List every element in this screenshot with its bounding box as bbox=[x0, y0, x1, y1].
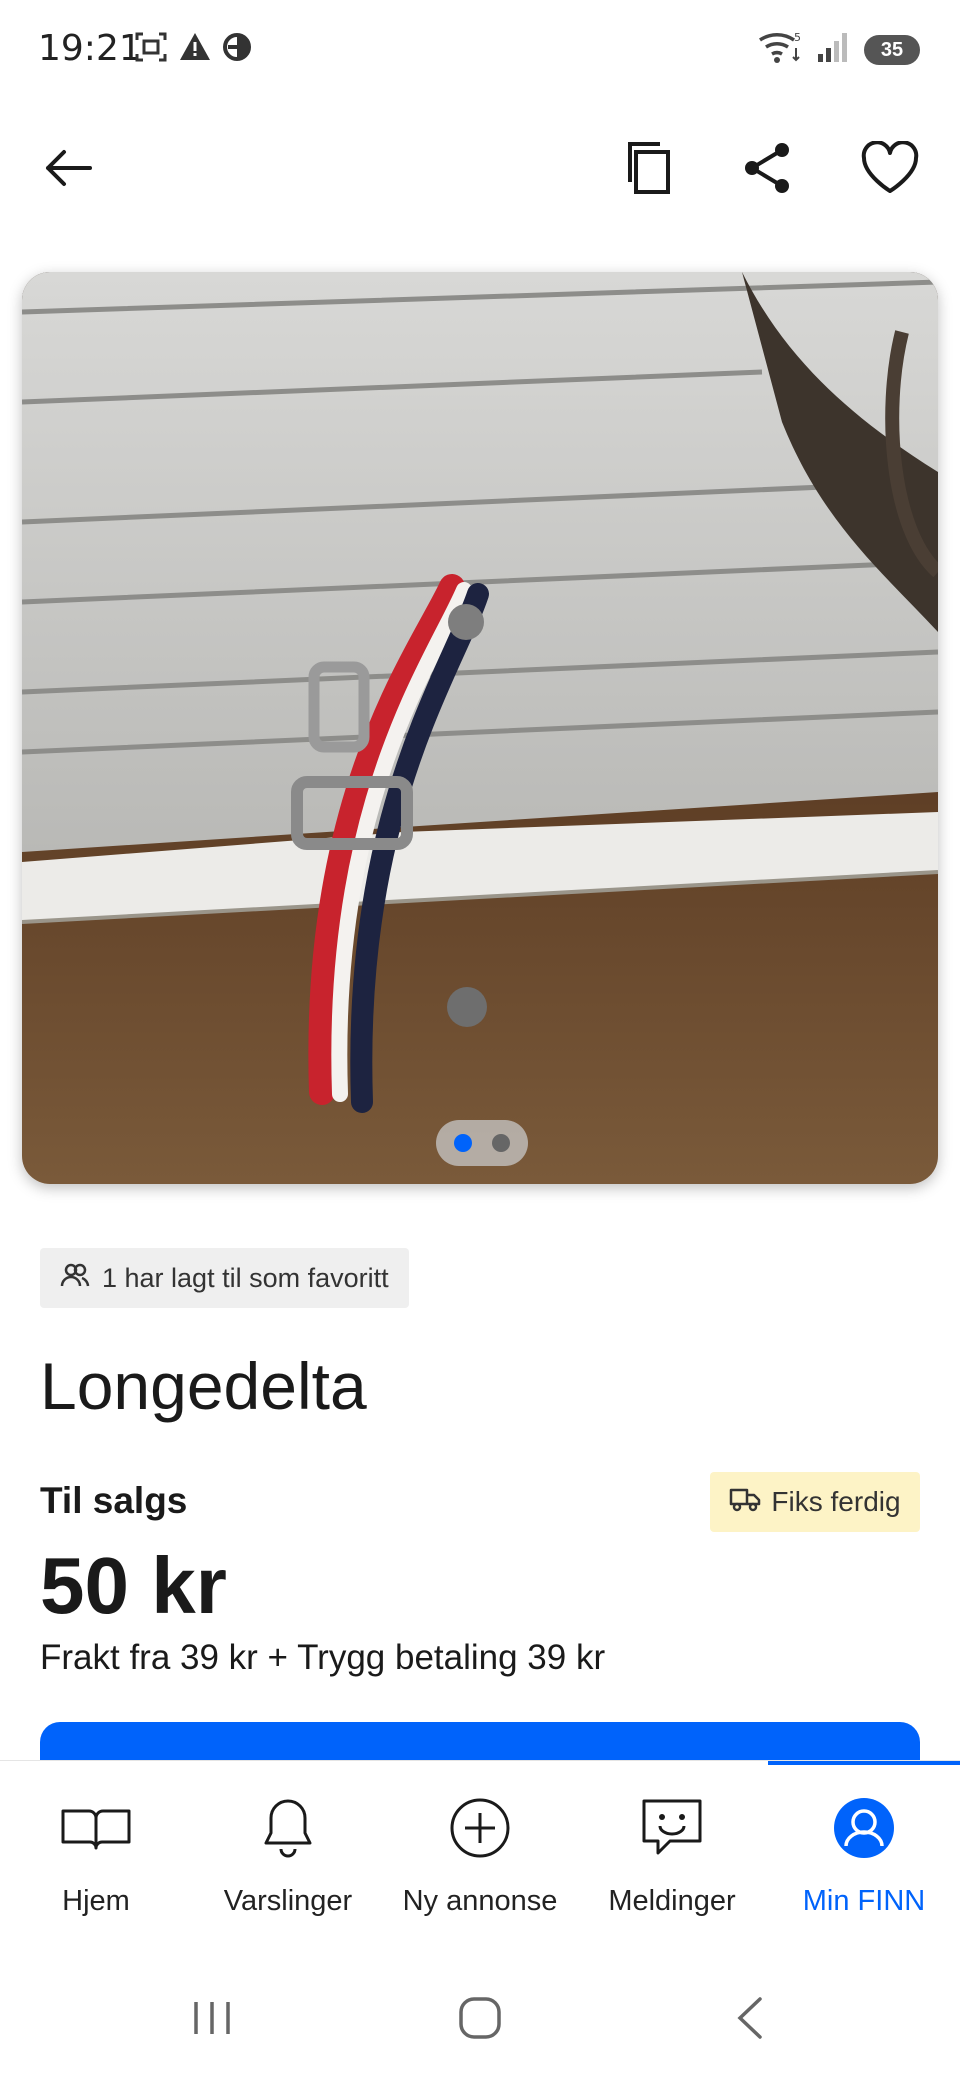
gallery-pager[interactable] bbox=[436, 1120, 528, 1166]
top-bar bbox=[0, 120, 960, 220]
status-icons-right: 5 35 bbox=[758, 30, 920, 69]
fix-ferdig-badge[interactable]: Fiks ferdig bbox=[710, 1472, 920, 1532]
fix-badge-label: Fiks ferdig bbox=[771, 1486, 901, 1517]
product-image-gallery[interactable] bbox=[22, 272, 938, 1184]
screenshot-icon bbox=[134, 30, 168, 69]
nav-label: Ny annonse bbox=[402, 1885, 558, 1917]
copy-button[interactable] bbox=[610, 130, 690, 210]
sale-type-label: Til salgs bbox=[40, 1480, 188, 1521]
nav-label: Hjem bbox=[62, 1885, 130, 1917]
nav-item-meldinger[interactable]: Meldinger bbox=[576, 1761, 768, 1961]
system-back-button[interactable] bbox=[710, 1990, 790, 2050]
heart-icon bbox=[860, 139, 920, 200]
buy-button[interactable] bbox=[40, 1722, 920, 1762]
warning-icon bbox=[178, 30, 212, 69]
status-icons-left bbox=[134, 30, 252, 69]
battery-icon: 35 bbox=[864, 34, 920, 65]
data-saver-icon bbox=[222, 32, 252, 67]
svg-text:5: 5 bbox=[794, 31, 801, 44]
bell-icon bbox=[262, 1797, 314, 1864]
profile-icon bbox=[832, 1796, 896, 1865]
pager-dot-1[interactable] bbox=[454, 1134, 472, 1152]
system-nav-bar bbox=[0, 1960, 960, 2080]
copy-icon bbox=[622, 138, 678, 203]
nav-label: Min FINN bbox=[802, 1885, 926, 1917]
chevron-left-icon bbox=[732, 1995, 768, 2046]
product-photo bbox=[22, 272, 938, 1184]
share-button[interactable] bbox=[728, 130, 808, 210]
plus-circle-icon bbox=[449, 1797, 511, 1864]
nav-item-ny-annonse[interactable]: Ny annonse bbox=[384, 1761, 576, 1961]
status-bar: 19:21 5 35 bbox=[0, 0, 960, 100]
nav-item-hjem[interactable]: Hjem bbox=[0, 1761, 192, 1961]
signal-icon bbox=[816, 30, 850, 69]
favorites-count-chip: 1 har lagt til som favoritt bbox=[40, 1248, 409, 1308]
price: 50 kr bbox=[40, 1541, 227, 1630]
book-icon bbox=[60, 1805, 132, 1856]
back-button[interactable] bbox=[28, 130, 108, 210]
home-icon bbox=[457, 1995, 503, 2046]
listing-title: Longedelta bbox=[40, 1349, 367, 1423]
status-time: 19:21 bbox=[38, 28, 142, 69]
nav-label: Meldinger bbox=[608, 1885, 736, 1917]
home-button[interactable] bbox=[440, 1990, 520, 2050]
favorite-button[interactable] bbox=[850, 130, 930, 210]
nav-item-min-finn[interactable]: Min FINN bbox=[768, 1761, 960, 1961]
recent-apps-icon bbox=[190, 1998, 234, 2043]
wifi-icon: 5 bbox=[758, 30, 802, 69]
people-icon bbox=[60, 1262, 90, 1295]
shipping-info: Frakt fra 39 kr + Trygg betaling 39 kr bbox=[40, 1638, 606, 1677]
pager-dot-2[interactable] bbox=[492, 1134, 510, 1152]
back-arrow-icon bbox=[42, 142, 94, 199]
nav-item-varslinger[interactable]: Varslinger bbox=[192, 1761, 384, 1961]
share-icon bbox=[740, 140, 796, 201]
delivery-truck-icon bbox=[729, 1486, 761, 1519]
bottom-nav: Hjem Varslinger Ny annonse Meldinger Min… bbox=[0, 1760, 960, 1961]
favorites-text: 1 har lagt til som favoritt bbox=[102, 1262, 389, 1293]
chat-icon bbox=[640, 1797, 704, 1864]
recent-apps-button[interactable] bbox=[172, 1990, 252, 2050]
nav-label: Varslinger bbox=[223, 1885, 353, 1917]
